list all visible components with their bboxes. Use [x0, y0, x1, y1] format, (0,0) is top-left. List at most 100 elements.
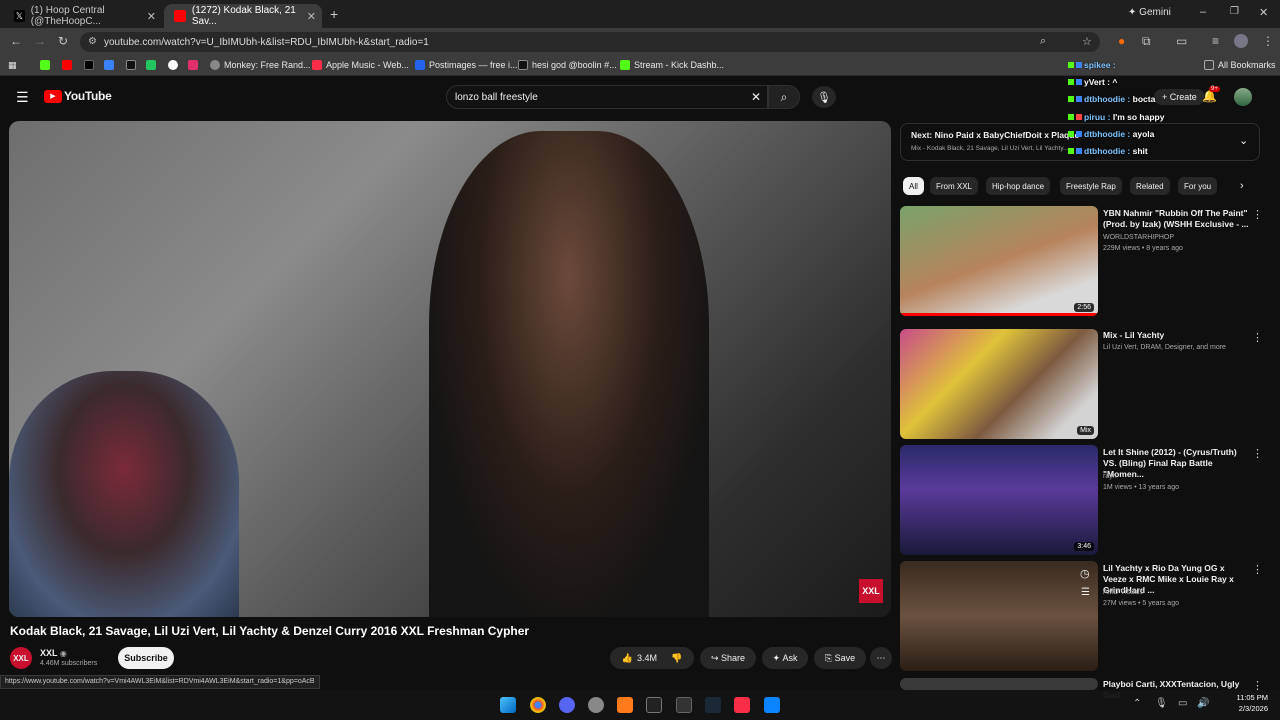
- bookmark-item[interactable]: Stream - Kick Dashb...: [620, 60, 724, 70]
- subscriber-count: 4.46M subscribers: [40, 660, 98, 667]
- channel-name[interactable]: XXL ◉: [40, 648, 67, 658]
- bookmark-item[interactable]: Apple Music - Web...: [312, 60, 409, 70]
- media-icon[interactable]: ≡: [1212, 34, 1219, 48]
- app-taskbar-icon[interactable]: [646, 697, 662, 713]
- app-taskbar-icon[interactable]: [764, 697, 780, 713]
- watch-later-icon[interactable]: ◷: [1080, 567, 1090, 580]
- back-icon[interactable]: ←: [10, 34, 22, 48]
- close-window-icon[interactable]: ✕: [1259, 6, 1268, 19]
- browser-menu-icon[interactable]: ⋮: [1262, 34, 1274, 48]
- bookmark-item[interactable]: hesi god @boolin #...: [518, 60, 617, 70]
- recommendation-thumbnail[interactable]: 3:46: [900, 445, 1098, 555]
- more-actions-icon[interactable]: ⋯: [870, 647, 892, 669]
- mic-tray-icon[interactable]: 🎙: [1155, 698, 1168, 709]
- youtube-logo[interactable]: ▶ YouTube: [44, 89, 112, 103]
- ask-button[interactable]: ✦ Ask: [762, 647, 808, 669]
- zoom-icon[interactable]: ⌕: [1040, 35, 1046, 48]
- more-options-icon[interactable]: ⋮: [1252, 563, 1263, 576]
- recommendation-thumbnail[interactable]: Mix: [900, 329, 1098, 439]
- all-bookmarks-button[interactable]: All Bookmarks: [1204, 60, 1276, 70]
- share-button[interactable]: ↪ Share: [700, 647, 756, 669]
- recommendation-thumbnail[interactable]: ◷ ☰: [900, 561, 1098, 671]
- app-taskbar-icon[interactable]: [676, 697, 692, 713]
- clock-time[interactable]: 11:05 PM: [1232, 693, 1268, 702]
- minimize-icon[interactable]: –: [1200, 6, 1206, 18]
- bookmark-star-icon[interactable]: ☆: [1082, 35, 1092, 48]
- extensions-puzzle-icon[interactable]: ⧉: [1142, 34, 1151, 49]
- verified-icon: ◉: [59, 649, 67, 658]
- recommendation-thumbnail[interactable]: 2:56: [900, 206, 1098, 316]
- close-tab-icon[interactable]: ✕: [147, 10, 156, 23]
- youtube-bookmark-icon[interactable]: [62, 60, 72, 70]
- instagram-bookmark-icon[interactable]: [188, 60, 198, 70]
- search-button[interactable]: ⌕: [768, 85, 800, 109]
- more-options-icon[interactable]: ⋮: [1252, 331, 1263, 344]
- bookmark-item[interactable]: Monkey: Free Rand...: [210, 60, 311, 70]
- chip-freestyle-rap[interactable]: Freestyle Rap: [1060, 177, 1122, 195]
- close-tab-icon[interactable]: ✕: [307, 10, 316, 23]
- performer-figure: [429, 131, 709, 617]
- tray-chevron-icon[interactable]: ⌃: [1133, 698, 1141, 709]
- chip-hip-hop-dance[interactable]: Hip-hop dance: [986, 177, 1051, 195]
- volume-tray-icon[interactable]: 🔊: [1197, 698, 1209, 709]
- more-options-icon[interactable]: ⋮: [1252, 208, 1263, 221]
- video-player[interactable]: XXL: [9, 121, 891, 617]
- channel-name-text: XXL: [40, 648, 58, 658]
- account-avatar[interactable]: [1234, 88, 1252, 106]
- chip-all[interactable]: All: [903, 177, 924, 195]
- recommendation-meta: 1M views • 13 years ago: [1103, 484, 1179, 491]
- restore-icon[interactable]: ❐: [1230, 6, 1239, 17]
- windows-start-icon[interactable]: [500, 697, 516, 713]
- save-button[interactable]: ⎘ Save: [814, 647, 866, 669]
- network-tray-icon[interactable]: ▭: [1178, 698, 1187, 709]
- thumbs-up-icon[interactable]: 👍: [622, 653, 633, 664]
- tiktok-bookmark-icon[interactable]: [126, 60, 136, 70]
- more-options-icon[interactable]: ⋮: [1252, 447, 1263, 460]
- chrome-taskbar-icon[interactable]: [530, 697, 546, 713]
- chip-for-you[interactable]: For you: [1178, 177, 1218, 195]
- recommendation-thumbnail[interactable]: [900, 678, 1098, 690]
- recommendation-channel: AMD Visuals: [1103, 589, 1143, 596]
- steam-taskbar-icon[interactable]: [705, 697, 721, 713]
- h-bookmark-icon[interactable]: [146, 60, 156, 70]
- browser-tab[interactable]: 𝕏 (1) Hoop Central (@TheHoopC... ✕: [4, 4, 162, 28]
- like-count[interactable]: 3.4M: [637, 653, 657, 663]
- hamburger-menu-icon[interactable]: ☰: [16, 89, 29, 106]
- recommendation-title[interactable]: Mix - Lil Yachty: [1103, 330, 1249, 341]
- chip-from-xxl[interactable]: From XXL: [930, 177, 979, 195]
- channel-avatar[interactable]: XXL: [10, 647, 32, 669]
- extension-icon[interactable]: ●: [1118, 34, 1125, 48]
- tab-search-icon[interactable]: ▭: [1176, 34, 1187, 48]
- profile-avatar[interactable]: [1234, 34, 1248, 48]
- gemini-button[interactable]: ✦ Gemini: [1128, 7, 1171, 18]
- bookmark-label: Apple Music - Web...: [326, 60, 409, 70]
- app-taskbar-icon[interactable]: [588, 697, 604, 713]
- site-info-icon[interactable]: ⚙: [88, 36, 97, 47]
- discord-taskbar-icon[interactable]: [559, 697, 575, 713]
- recommendation-title[interactable]: YBN Nahmir "Rubbin Off The Paint" (Prod.…: [1103, 208, 1249, 230]
- bookmark-item[interactable]: Postimages — free i...: [415, 60, 518, 70]
- subscribe-button[interactable]: Subscribe: [118, 647, 174, 669]
- chevron-down-icon[interactable]: ⌄: [1239, 134, 1248, 147]
- apps-icon[interactable]: ▦: [8, 60, 17, 71]
- browser-tab-active[interactable]: (1272) Kodak Black, 21 Sav... ✕: [164, 4, 322, 28]
- app-taskbar-icon[interactable]: [617, 697, 633, 713]
- x-bookmark-icon[interactable]: [84, 60, 94, 70]
- clear-search-icon[interactable]: ✕: [751, 90, 761, 104]
- chevron-right-icon[interactable]: ›: [1240, 180, 1244, 192]
- create-button[interactable]: + Create: [1154, 89, 1205, 105]
- address-bar[interactable]: ⚙ youtube.com/watch?v=U_IbIMUbh-k&list=R…: [80, 32, 1100, 52]
- kick-icon[interactable]: [40, 60, 50, 70]
- new-tab-icon[interactable]: +: [330, 6, 338, 22]
- voice-search-icon[interactable]: 🎙: [812, 86, 836, 108]
- threads-bookmark-icon[interactable]: [168, 60, 178, 70]
- add-to-queue-icon[interactable]: ☰: [1081, 587, 1090, 598]
- music-taskbar-icon[interactable]: [734, 697, 750, 713]
- thumbs-down-icon[interactable]: 👎: [671, 653, 682, 664]
- chip-related[interactable]: Related: [1130, 177, 1170, 195]
- reload-icon[interactable]: ↻: [58, 34, 68, 48]
- shield-bookmark-icon[interactable]: [104, 60, 114, 70]
- forward-icon[interactable]: →: [34, 34, 46, 48]
- search-input[interactable]: lonzo ball freestyle ✕: [446, 85, 768, 109]
- clock-date[interactable]: 2/3/2026: [1232, 704, 1268, 713]
